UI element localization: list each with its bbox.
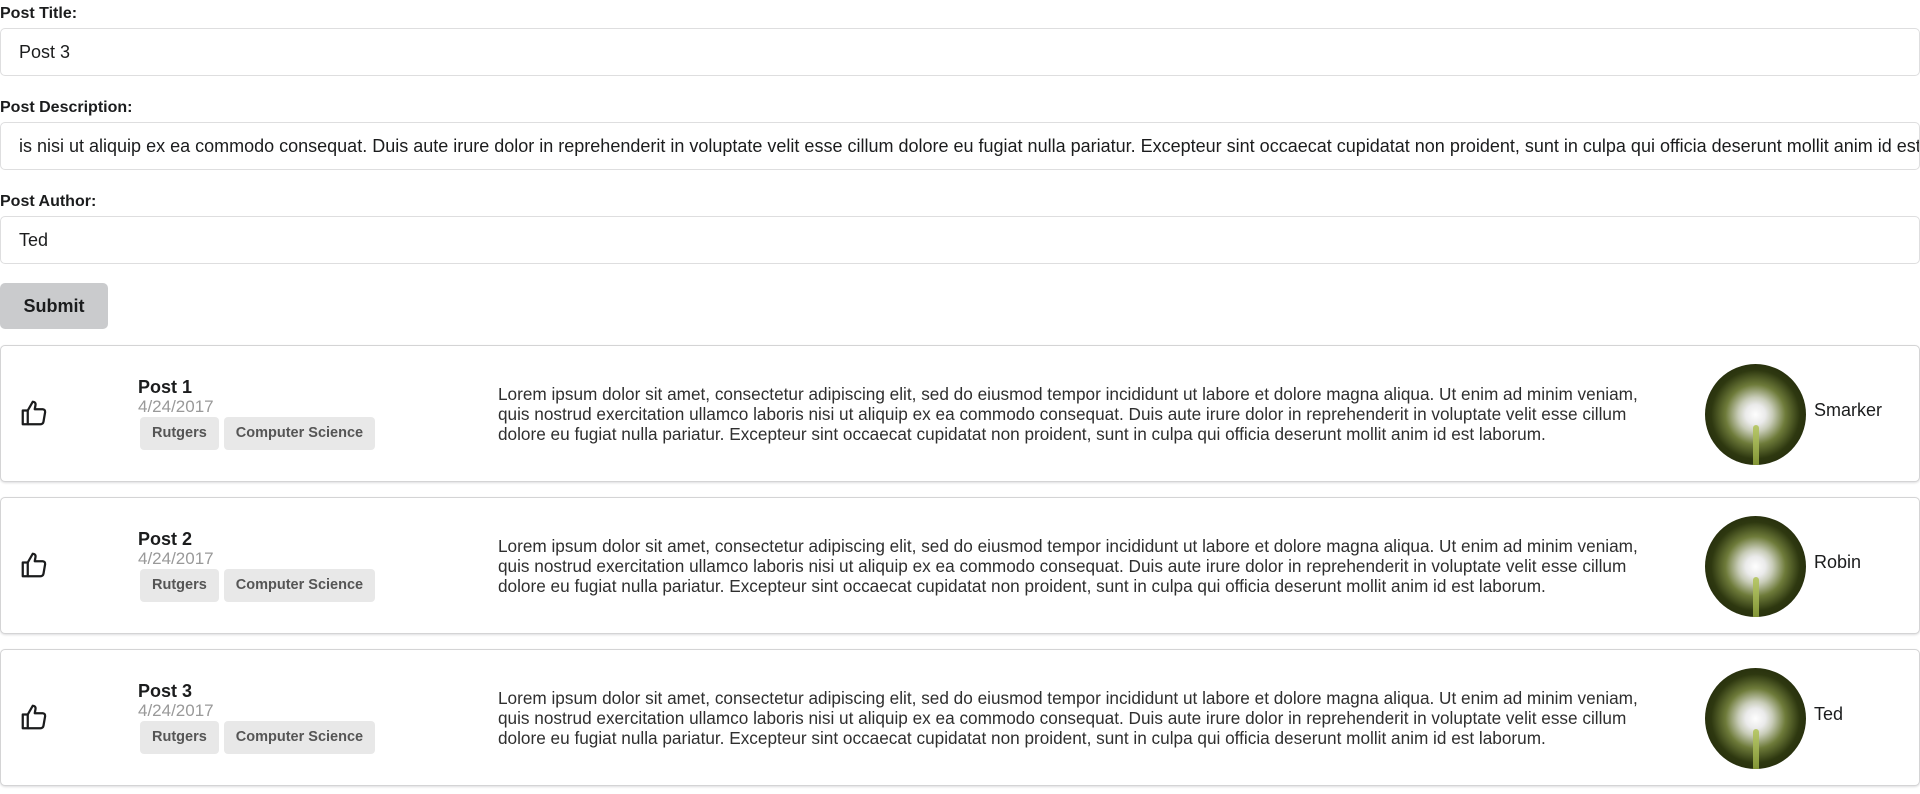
dandelion-stem [1752, 576, 1759, 617]
post-title: Post 3 [138, 681, 193, 701]
dandelion-stem [1752, 424, 1759, 465]
post-author-label: Post Author: [0, 193, 97, 210]
post-form: Post Title: Post 3 Post Description: is … [0, 0, 1920, 264]
post-date: 4/24/2017 [138, 397, 214, 416]
post-date: 4/24/2017 [138, 549, 214, 568]
tag-label[interactable]: Computer Science [223, 417, 376, 450]
thumbs-up-icon[interactable] [19, 398, 49, 428]
tag-label[interactable]: Rutgers [140, 569, 219, 602]
post-card: Post 3 4/24/2017 Rutgers Computer Scienc… [0, 649, 1920, 786]
post-title: Post 1 [138, 377, 193, 397]
post-description-input[interactable]: is nisi ut aliquip ex ea commodo consequ… [0, 122, 1920, 170]
post-author-input[interactable]: Ted [0, 216, 1920, 264]
author-avatar [1705, 516, 1806, 617]
post-tags: Rutgers Computer Science [140, 569, 376, 602]
post-description-label: Post Description: [0, 99, 133, 116]
post-tags: Rutgers Computer Science [140, 721, 376, 754]
post-title-input[interactable]: Post 3 [0, 28, 1920, 76]
post-card: Post 2 4/24/2017 Rutgers Computer Scienc… [0, 497, 1920, 634]
post-author: Ted [1814, 704, 1844, 724]
tag-label[interactable]: Rutgers [140, 417, 219, 450]
post-date: 4/24/2017 [138, 701, 214, 720]
tag-label[interactable]: Computer Science [223, 569, 376, 602]
post-tags: Rutgers Computer Science [140, 417, 376, 450]
tag-label[interactable]: Rutgers [140, 721, 219, 754]
post-title: Post 2 [138, 529, 193, 549]
post-description: Lorem ipsum dolor sit amet, consectetur … [498, 688, 1638, 748]
post-description: Lorem ipsum dolor sit amet, consectetur … [498, 384, 1638, 444]
post-description: Lorem ipsum dolor sit amet, consectetur … [498, 536, 1638, 596]
submit-button[interactable]: Submit [0, 283, 108, 329]
thumbs-up-icon[interactable] [19, 550, 49, 580]
dandelion-stem [1752, 728, 1759, 769]
post-author: Robin [1814, 552, 1862, 572]
post-title-label: Post Title: [0, 5, 78, 22]
post-card: Post 1 4/24/2017 Rutgers Computer Scienc… [0, 345, 1920, 482]
thumbs-up-icon[interactable] [19, 702, 49, 732]
author-avatar [1705, 364, 1806, 465]
post-author: Smarker [1814, 400, 1883, 420]
author-avatar [1705, 668, 1806, 769]
tag-label[interactable]: Computer Science [223, 721, 376, 754]
